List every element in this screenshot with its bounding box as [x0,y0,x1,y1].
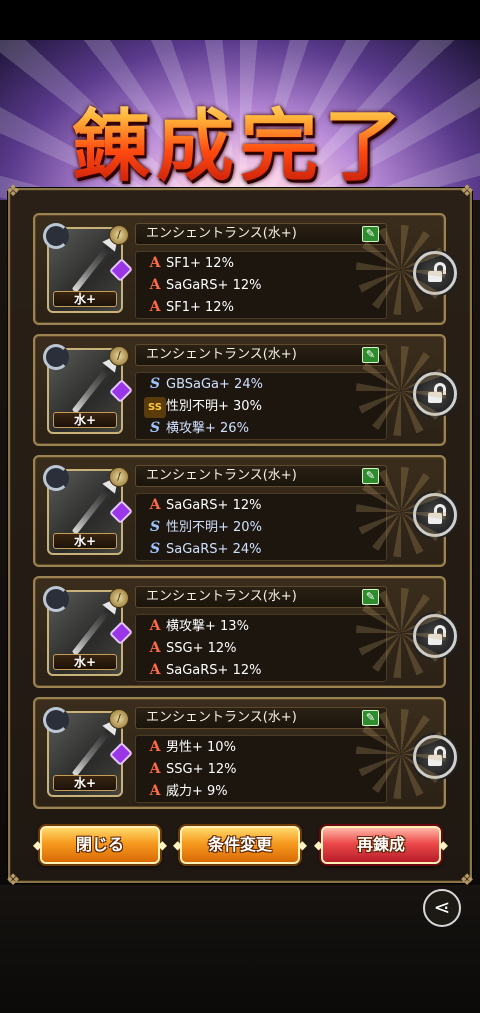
gem-icon [108,378,134,404]
lock-toggle-icon[interactable] [413,251,457,295]
weapon-thumbnail[interactable]: / 水+ [43,344,134,434]
spear-icon [71,243,113,293]
stat-list: A SF1+ 12% A SaGaRS+ 12% A SF1+ 12% [135,251,387,319]
gem-icon [108,499,134,525]
close-button[interactable]: 閉じる [33,826,167,864]
wand-icon: / [109,588,129,608]
stat-row: S SaGaRS+ 24% [144,539,384,560]
stat-row: SS 性別不明+ 30% [144,396,384,418]
corner-ornament-icon: ❖ [5,181,21,200]
water-element-icon [43,586,69,612]
rank-s-icon: S [149,420,161,436]
rank-s-icon: S [149,519,161,535]
gem-icon [108,257,134,283]
corner-ornament-icon: ❖ [5,870,21,889]
weapon-card[interactable]: / 水+ エンシェントランス(水+) ✎ A 横攻撃+ 13% A SSG+ 12%… [33,576,457,688]
edit-icon[interactable]: ✎ [362,347,379,363]
weapon-name: エンシェントランス(水+) [135,223,387,245]
stat-list: A 横攻撃+ 13% A SSG+ 12% A SaGaRS+ 12% [135,614,387,682]
rank-a-icon: A [149,497,161,513]
gem-icon [108,620,134,646]
lock-toggle-icon[interactable] [413,372,457,416]
corner-ornament-icon: ❖ [459,870,475,889]
stat-row: A SaGaRS+ 12% [144,660,384,681]
water-element-icon [43,707,69,733]
lock-toggle-icon[interactable] [413,614,457,658]
page-title: 錬成完了 [0,84,480,196]
stat-row: A SSG+ 12% [144,638,384,659]
edit-icon[interactable]: ✎ [362,226,379,242]
weapon-thumbnail[interactable]: / 水+ [43,707,134,797]
rank-a-icon: A [149,783,161,799]
element-tag: 水+ [53,775,117,791]
rank-s-icon: S [149,541,161,557]
rank-s-icon: S [149,376,161,392]
background-bottom [0,885,480,1013]
weapon-name: エンシェントランス(水+) [135,465,387,487]
spear-icon [71,364,113,414]
rank-a-icon: A [149,662,161,678]
stat-row: A 男性+ 10% [144,737,384,758]
water-element-icon [43,465,69,491]
rank-a-icon: A [149,640,161,656]
stat-list: A SaGaRS+ 12% S 性別不明+ 20% S SaGaRS+ 24% [135,493,387,561]
wand-icon: / [109,346,129,366]
weapon-name: エンシェントランス(水+) [135,586,387,608]
stat-row: A SaGaRS+ 12% [144,495,384,516]
rank-a-icon: A [149,618,161,634]
wand-icon: / [109,225,129,245]
weapon-thumbnail[interactable]: / 水+ [43,465,134,555]
rank-ss-icon: SS [144,397,166,418]
edit-icon[interactable]: ✎ [362,589,379,605]
stat-list: S GBSaGa+ 24% SS 性別不明+ 30% S 横攻撃+ 26% [135,372,387,440]
weapon-name: エンシェントランス(水+) [135,707,387,729]
lock-toggle-icon[interactable] [413,493,457,537]
corner-ornament-icon: ❖ [459,181,475,200]
rank-a-icon: A [149,255,161,271]
stat-row: S GBSaGa+ 24% [144,374,384,395]
water-element-icon [43,344,69,370]
stat-list: A 男性+ 10% A SSG+ 12% A 威力+ 9% [135,735,387,803]
element-tag: 水+ [53,291,117,307]
reforge-button[interactable]: 再錬成 [314,826,448,864]
spear-icon [71,485,113,535]
wand-icon: / [109,709,129,729]
rank-a-icon: A [149,761,161,777]
edit-icon[interactable]: ✎ [362,468,379,484]
share-icon[interactable]: ⋖ [423,889,461,927]
element-tag: 水+ [53,654,117,670]
weapon-thumbnail[interactable]: / 水+ [43,586,134,676]
stat-row: A 威力+ 9% [144,781,384,802]
gem-icon [108,741,134,767]
stat-row: S 性別不明+ 20% [144,517,384,538]
weapon-card[interactable]: / 水+ エンシェントランス(水+) ✎ S GBSaGa+ 24% SS 性別不明… [33,334,457,446]
weapon-thumbnail[interactable]: / 水+ [43,223,134,313]
stat-row: A SF1+ 12% [144,253,384,274]
edit-icon[interactable]: ✎ [362,710,379,726]
rank-a-icon: A [149,277,161,293]
stat-row: S 横攻撃+ 26% [144,418,384,439]
spear-icon [71,606,113,656]
wand-icon: / [109,467,129,487]
element-tag: 水+ [53,412,117,428]
stat-row: A 横攻撃+ 13% [144,616,384,637]
weapon-card[interactable]: / 水+ エンシェントランス(水+) ✎ A SF1+ 12% A SaGaRS+ … [33,213,457,325]
spear-icon [71,727,113,777]
lock-toggle-icon[interactable] [413,735,457,779]
rank-a-icon: A [149,299,161,315]
status-bar-area [0,0,480,40]
weapon-card[interactable]: / 水+ エンシェントランス(水+) ✎ A SaGaRS+ 12% S 性別不明+… [33,455,457,567]
weapon-name: エンシェントランス(水+) [135,344,387,366]
element-tag: 水+ [53,533,117,549]
water-element-icon [43,223,69,249]
weapon-card[interactable]: / 水+ エンシェントランス(水+) ✎ A 男性+ 10% A SSG+ 12% … [33,697,457,809]
stat-row: A SSG+ 12% [144,759,384,780]
stat-row: A SF1+ 12% [144,297,384,318]
change-conditions-button[interactable]: 条件変更 [173,826,307,864]
rank-a-icon: A [149,739,161,755]
stat-row: A SaGaRS+ 12% [144,275,384,296]
